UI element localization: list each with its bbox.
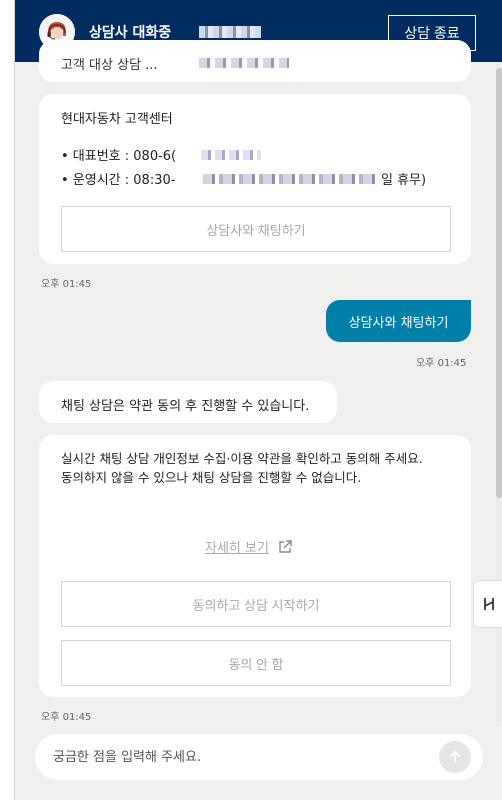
message-input-box xyxy=(35,734,483,780)
consent-card: 실시간 채팅 상담 개인정보 수집·이용 약관을 확인하고 동의해 주세요. 동… xyxy=(39,435,471,697)
consent-description: 실시간 채팅 상담 개인정보 수집·이용 약관을 확인하고 동의해 주세요. 동… xyxy=(61,449,453,487)
message-timestamp: 오후 01:45 xyxy=(41,279,92,290)
service-center-card: 현대자동차 고객센터 • 대표번호 : 080-6( • 운영시간 : 08:3… xyxy=(39,94,471,264)
send-arrow-icon xyxy=(449,750,461,762)
chat-with-agent-button[interactable]: 상담사와 채팅하기 xyxy=(61,206,451,252)
view-details-label: 자세히 보기 xyxy=(205,541,269,556)
consent-line-2: 동의하지 않을 수 있으나 채팅 상담을 진행할 수 없습니다. xyxy=(61,470,362,485)
phone-number-line: • 대표번호 : 080-6( xyxy=(61,149,177,164)
operating-hours-tail: 일 휴무) xyxy=(381,173,427,188)
masked-hours xyxy=(203,174,379,184)
side-expand-tab[interactable] xyxy=(473,580,502,628)
masked-text xyxy=(199,58,289,68)
expand-handle-icon xyxy=(483,598,494,610)
message-input[interactable] xyxy=(53,734,413,780)
previous-message-bubble: 고객 대상 상담 ... xyxy=(39,40,471,82)
terms-notice-text: 채팅 상담은 약관 동의 후 진행할 수 있습니다. xyxy=(61,399,310,414)
service-center-title: 현대자동차 고객센터 xyxy=(61,112,173,127)
masked-phone xyxy=(201,150,261,160)
external-link-icon xyxy=(279,539,292,553)
agent-name-masked xyxy=(199,26,261,38)
message-timestamp: 오후 01:45 xyxy=(416,358,467,369)
agree-and-start-button[interactable]: 동의하고 상담 시작하기 xyxy=(61,581,451,627)
send-button[interactable] xyxy=(439,741,471,773)
chat-window: 상담사 대화중 상담 종료 고객 대상 상담 ... 현대자동차 고객센터 • … xyxy=(14,0,502,800)
disagree-button[interactable]: 동의 안 함 xyxy=(61,640,451,686)
operating-hours-line: • 운영시간 : 08:30- xyxy=(61,173,176,188)
user-message-bubble: 상담사와 채팅하기 xyxy=(326,300,471,342)
agent-status-title: 상담사 대화중 xyxy=(89,25,172,41)
message-timestamp: 오후 01:45 xyxy=(41,712,92,723)
previous-message-text: 고객 대상 상담 ... xyxy=(61,58,158,73)
terms-notice-bubble: 채팅 상담은 약관 동의 후 진행할 수 있습니다. xyxy=(39,381,337,423)
scrollbar-thumb[interactable] xyxy=(496,68,502,498)
view-details-link[interactable]: 자세히 보기 xyxy=(205,537,293,556)
message-input-area xyxy=(15,722,502,800)
consent-line-1: 실시간 채팅 상담 개인정보 수집·이용 약관을 확인하고 동의해 주세요. xyxy=(61,451,423,466)
